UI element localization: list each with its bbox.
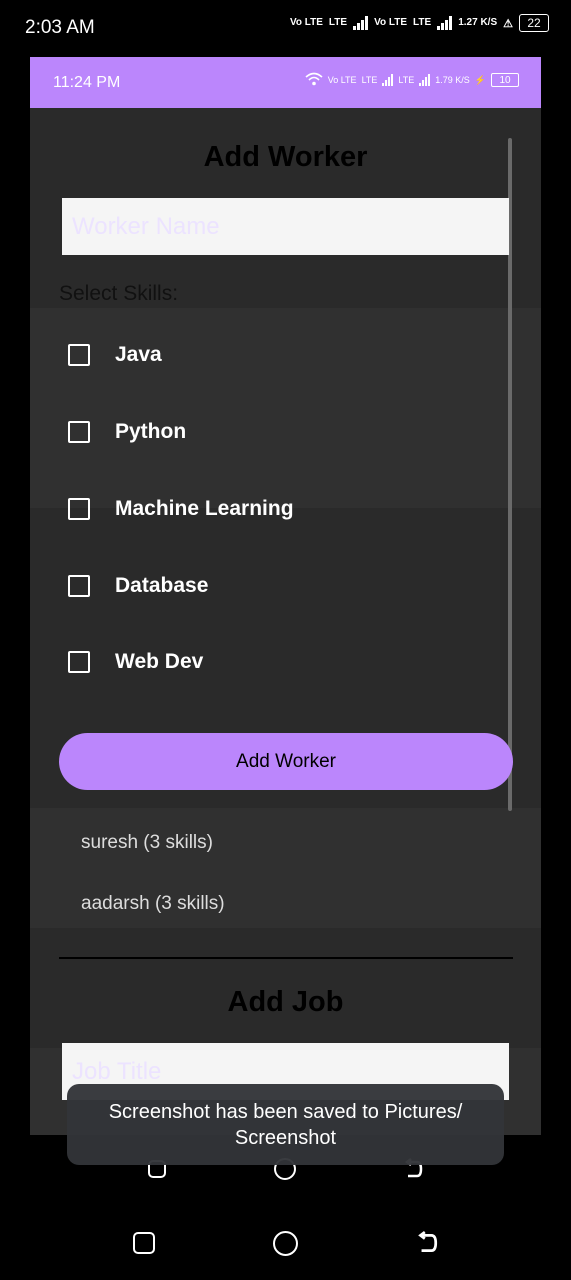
- skill-checkbox-java[interactable]: Java: [68, 340, 162, 370]
- battery-icon: 22: [519, 14, 549, 32]
- section-divider: [59, 957, 513, 959]
- skill-checkbox-web-dev[interactable]: Web Dev: [68, 647, 203, 677]
- volte-icon: Vo LTE: [289, 17, 323, 28]
- device-clock: 2:03 AM: [25, 17, 95, 38]
- skill-label: Database: [115, 574, 209, 597]
- wifi-icon: [305, 72, 323, 88]
- lte-icon: LTE: [398, 75, 415, 85]
- screenshot-toast: Screenshot has been saved to Pictures/ S…: [67, 1084, 504, 1165]
- skill-checkbox-machine-learning[interactable]: Machine Learning: [68, 494, 294, 524]
- checkbox-icon[interactable]: [68, 498, 90, 520]
- device-status-bar: 2:03 AM Vo LTE LTE Vo LTE LTE 1.27 K/S ⚠…: [0, 0, 571, 57]
- signal-icon: [437, 16, 453, 30]
- checkbox-icon[interactable]: [68, 651, 90, 673]
- app-screen: 11:24 PM Vo LTE LTE LTE 1.79 K/S ⚡ 10 Ad…: [30, 57, 541, 1135]
- background-band: [30, 308, 541, 508]
- checkbox-icon[interactable]: [68, 575, 90, 597]
- lte-icon: LTE: [413, 17, 432, 28]
- skill-checkbox-python[interactable]: Python: [68, 417, 186, 447]
- volte-icon: Vo LTE: [327, 75, 357, 85]
- skill-label: Web Dev: [115, 650, 204, 673]
- skill-label: Machine Learning: [115, 497, 294, 520]
- worker-name-input[interactable]: [62, 198, 509, 255]
- lte-icon: LTE: [361, 75, 378, 85]
- app-clock: 11:24 PM: [53, 74, 121, 91]
- volte-icon: Vo LTE: [374, 17, 408, 28]
- worker-list-item[interactable]: suresh (3 skills): [81, 832, 213, 854]
- signal-icon: [382, 74, 394, 86]
- charging-icon: ⚡: [474, 74, 486, 85]
- signal-icon: [353, 16, 369, 30]
- app-status-icons: Vo LTE LTE LTE 1.79 K/S ⚡ 10: [305, 72, 519, 88]
- worker-list-item[interactable]: aadarsh (3 skills): [81, 893, 225, 915]
- signal-icon: [419, 74, 431, 86]
- app-status-bar: 11:24 PM Vo LTE LTE LTE 1.79 K/S ⚡ 10: [30, 57, 541, 108]
- device-status-icons: Vo LTE LTE Vo LTE LTE 1.27 K/S ⚠ 22: [290, 14, 549, 32]
- network-speed: 1.27 K/S: [458, 17, 498, 28]
- select-skills-label: Select Skills:: [59, 282, 179, 305]
- toast-message: Screenshot has been saved to Pictures/ S…: [108, 1100, 463, 1149]
- checkbox-icon[interactable]: [68, 344, 90, 366]
- recents-icon[interactable]: [133, 1232, 155, 1254]
- checkbox-icon[interactable]: [68, 421, 90, 443]
- battery-icon: 10: [491, 73, 519, 87]
- add-worker-button[interactable]: Add Worker: [59, 733, 513, 790]
- skill-label: Java: [115, 343, 162, 366]
- add-worker-heading: Add Worker: [203, 141, 368, 173]
- back-icon[interactable]: [415, 1231, 438, 1253]
- main-content: Add Worker Select Skills: Java Python Ma…: [30, 108, 541, 1135]
- network-speed: 1.79 K/S: [435, 75, 470, 85]
- flask-icon: ⚠: [503, 17, 513, 30]
- lte-icon: LTE: [328, 17, 348, 28]
- home-icon[interactable]: [273, 1231, 298, 1256]
- skill-label: Python: [115, 420, 187, 443]
- skill-checkbox-database[interactable]: Database: [68, 571, 208, 601]
- add-job-heading: Add Job: [227, 986, 344, 1018]
